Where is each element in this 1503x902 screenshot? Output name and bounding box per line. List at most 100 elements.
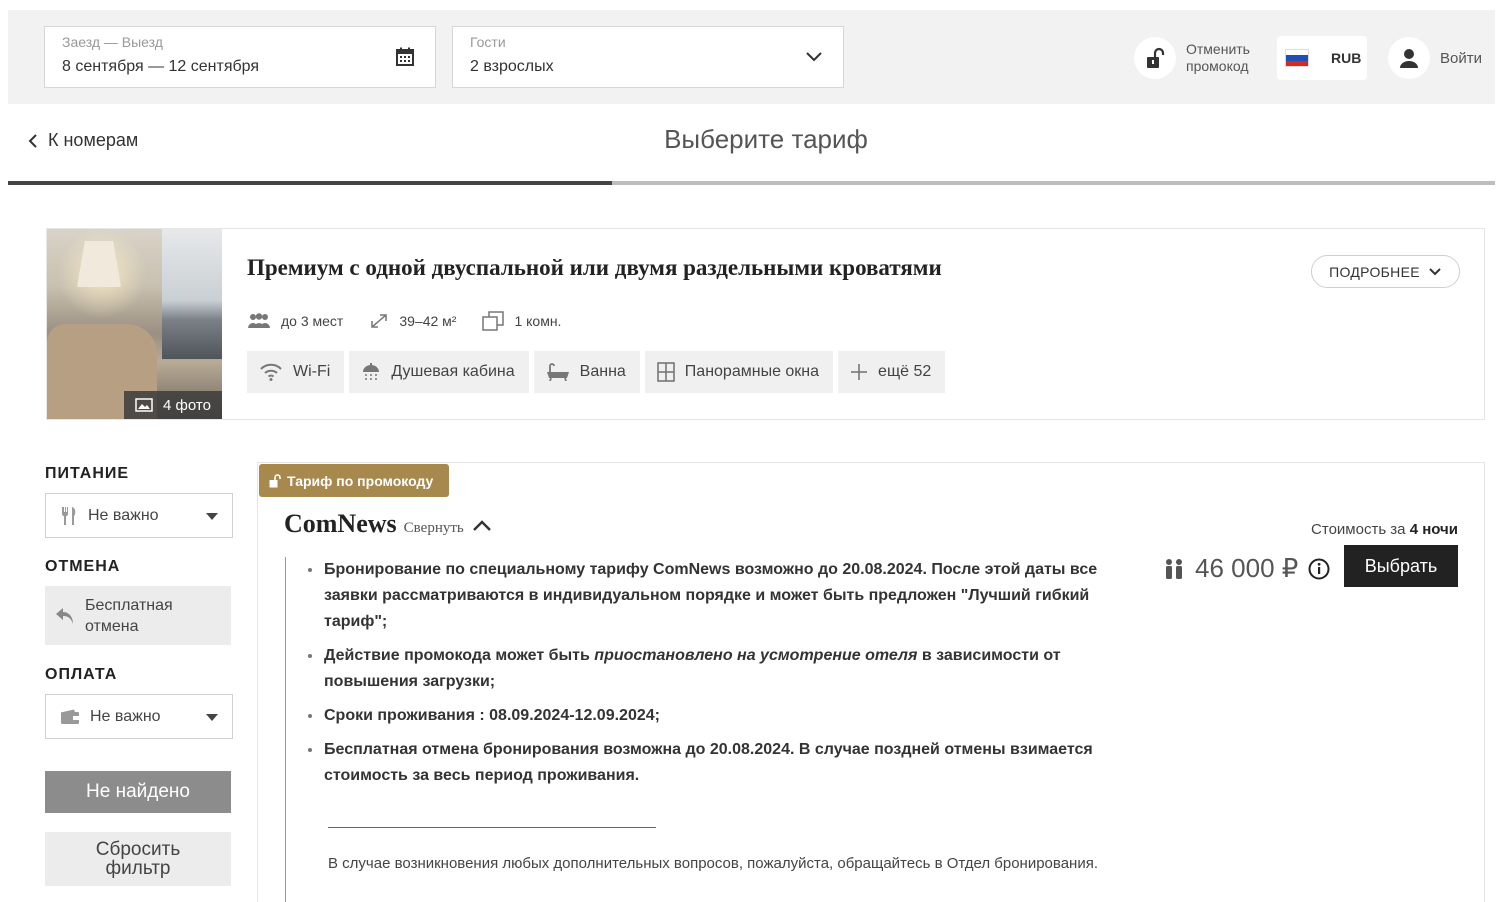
booking-page: Заезд — Выезд 8 сентября — 12 сентября Г… xyxy=(8,10,1495,902)
cancel-promo-label: Отменить промокод xyxy=(1186,41,1266,75)
meal-filter-select[interactable]: Не важно xyxy=(45,493,233,538)
cost-prefix: Стоимость за xyxy=(1311,521,1406,538)
expand-icon xyxy=(371,314,388,328)
price-value: 46 000 ₽ xyxy=(1195,553,1299,583)
wallet-icon xyxy=(61,709,79,724)
room-specs: до 3 мест 39–42 м² 1 комн. xyxy=(247,311,587,331)
fork-knife-icon xyxy=(62,506,76,525)
caret-down-icon xyxy=(206,513,218,520)
filters-panel: ПИТАНИЕ Не важно ОТМЕНА Бесплатная отмен… xyxy=(45,465,233,886)
photo-count-badge[interactable]: 4 фото xyxy=(124,391,222,419)
caret-down-icon xyxy=(206,714,218,721)
condition-stay-dates: Сроки проживания : 08.09.2024-12.09.2024… xyxy=(306,703,1145,729)
window-icon xyxy=(656,362,675,382)
photo-count: 4 фото xyxy=(163,396,211,414)
user-icon xyxy=(1400,49,1418,68)
amenity-shower[interactable]: Душевая кабина xyxy=(349,351,529,393)
plus-icon xyxy=(851,364,868,380)
free-cancel-toggle[interactable]: Бесплатная отмена xyxy=(45,586,231,645)
separator-line xyxy=(328,827,656,828)
image-icon xyxy=(135,398,153,412)
room-name: Премиум с одной двуспальной или двумя ра… xyxy=(247,255,942,280)
shower-icon xyxy=(363,363,380,380)
free-cancel-label: Бесплатная отмена xyxy=(85,595,173,637)
cost-nights: 4 ночи xyxy=(1409,521,1458,538)
amenity-label: Панорамные окна xyxy=(684,363,820,380)
undo-icon xyxy=(56,607,73,624)
amenity-label: Душевая кабина xyxy=(391,363,515,380)
calendar-icon xyxy=(396,47,414,66)
condition-text: Действие промокода может быть xyxy=(324,647,595,664)
tariff-description: Бронирование по специальному тарифу ComN… xyxy=(285,557,1145,902)
amenity-label: Wi-Fi xyxy=(293,363,331,380)
meal-filter-value: Не важно xyxy=(88,506,159,524)
condition-free-cancel: Бесплатная отмена бронирования возможна … xyxy=(306,737,1145,789)
amenities-list: Wi-Fi Душевая кабина Ванна Панорамные ок… xyxy=(247,351,950,393)
guests-field[interactable]: Гости 2 взрослых xyxy=(452,26,844,88)
collapse-link[interactable]: Свернуть xyxy=(404,520,464,537)
info-icon[interactable] xyxy=(1308,558,1330,580)
login-label: Войти xyxy=(1440,49,1482,67)
spec-area: 39–42 м² xyxy=(369,312,456,330)
guests-icon xyxy=(1166,558,1182,579)
people-icon xyxy=(248,313,270,328)
select-tariff-button[interactable]: Выбрать xyxy=(1344,545,1458,587)
chevron-down-icon xyxy=(806,52,822,62)
promo-badge-label: Тариф по промокоду xyxy=(287,472,434,489)
step-progress-fill xyxy=(8,181,612,185)
dates-label: Заезд — Выезд xyxy=(62,34,163,50)
details-button[interactable]: ПОДРОБНЕЕ xyxy=(1311,255,1460,288)
currency-selector[interactable]: RUB xyxy=(1277,36,1367,80)
cancel-filter-title: ОТМЕНА xyxy=(45,558,121,575)
promo-tariff-badge: Тариф по промокоду xyxy=(259,464,450,497)
amenity-panoramic-windows[interactable]: Панорамные окна xyxy=(644,351,834,393)
payment-filter-select[interactable]: Не важно xyxy=(45,694,233,739)
cancel-promo-line1: Отменить xyxy=(1186,41,1250,57)
unlock-icon xyxy=(269,473,281,487)
chevron-down-icon xyxy=(1429,267,1441,275)
amenity-bath[interactable]: Ванна xyxy=(533,351,640,393)
payment-filter-value: Не важно xyxy=(90,707,161,725)
tariff-header: ComNews Свернуть xyxy=(284,509,492,539)
reset-filter-button[interactable]: Сбросить фильтр xyxy=(45,832,231,886)
step-progress-bar xyxy=(8,181,1495,185)
top-bar: Заезд — Выезд 8 сентября — 12 сентября Г… xyxy=(8,10,1495,104)
meal-filter-title: ПИТАНИЕ xyxy=(45,465,130,482)
condition-promo-suspension: Действие промокода может быть приостанов… xyxy=(306,643,1145,695)
guests-label: Гости xyxy=(470,34,506,50)
amenity-wifi[interactable]: Wi-Fi xyxy=(247,351,345,393)
reset-filter-line2: фильтр xyxy=(105,858,171,879)
not-found-button[interactable]: Не найдено xyxy=(45,771,231,813)
room-card: 4 фото Премиум с одной двуспальной или д… xyxy=(46,228,1485,420)
dates-value: 8 сентября — 12 сентября xyxy=(62,58,260,75)
reset-filter-line1: Сбросить xyxy=(95,839,181,860)
room-icon xyxy=(482,311,505,331)
login-button[interactable]: Войти xyxy=(1388,36,1482,80)
room-photo[interactable]: 4 фото xyxy=(47,229,222,419)
cancel-promo-line2: промокод xyxy=(1186,58,1249,74)
dates-field[interactable]: Заезд — Выезд 8 сентября — 12 сентября xyxy=(44,26,436,88)
payment-filter-title: ОПЛАТА xyxy=(45,666,118,683)
details-label: ПОДРОБНЕЕ xyxy=(1329,263,1420,280)
condition-emphasis: приостановлено на усмотрение отеля xyxy=(594,647,918,664)
amenity-more[interactable]: ещё 52 xyxy=(838,351,946,393)
unlock-icon xyxy=(1147,47,1165,68)
cancel-promo-button[interactable]: Отменить промокод xyxy=(1134,36,1266,80)
russia-flag-icon xyxy=(1285,49,1309,67)
condition-booking-deadline: Бронирование по специальному тарифу ComN… xyxy=(306,557,1145,635)
free-cancel-line2: отмена xyxy=(85,617,139,635)
user-icon-wrap xyxy=(1388,37,1430,79)
amenity-label: ещё 52 xyxy=(878,363,932,380)
bath-icon xyxy=(546,363,569,381)
reset-filter-label: Сбросить фильтр xyxy=(96,840,180,878)
chevron-up-icon[interactable] xyxy=(472,518,492,532)
tariff-name: ComNews xyxy=(284,509,397,538)
currency-code: RUB xyxy=(1331,50,1362,66)
cost-label: Стоимость за 4 ночи xyxy=(1311,521,1458,538)
free-cancel-line1: Бесплатная xyxy=(85,596,173,614)
spec-rooms-text: 1 комн. xyxy=(514,313,562,329)
tariff-conditions-list: Бронирование по специальному тарифу ComN… xyxy=(306,557,1145,789)
spec-rooms: 1 комн. xyxy=(482,311,561,331)
wifi-icon xyxy=(260,363,282,381)
unlock-icon-wrap xyxy=(1134,37,1176,79)
